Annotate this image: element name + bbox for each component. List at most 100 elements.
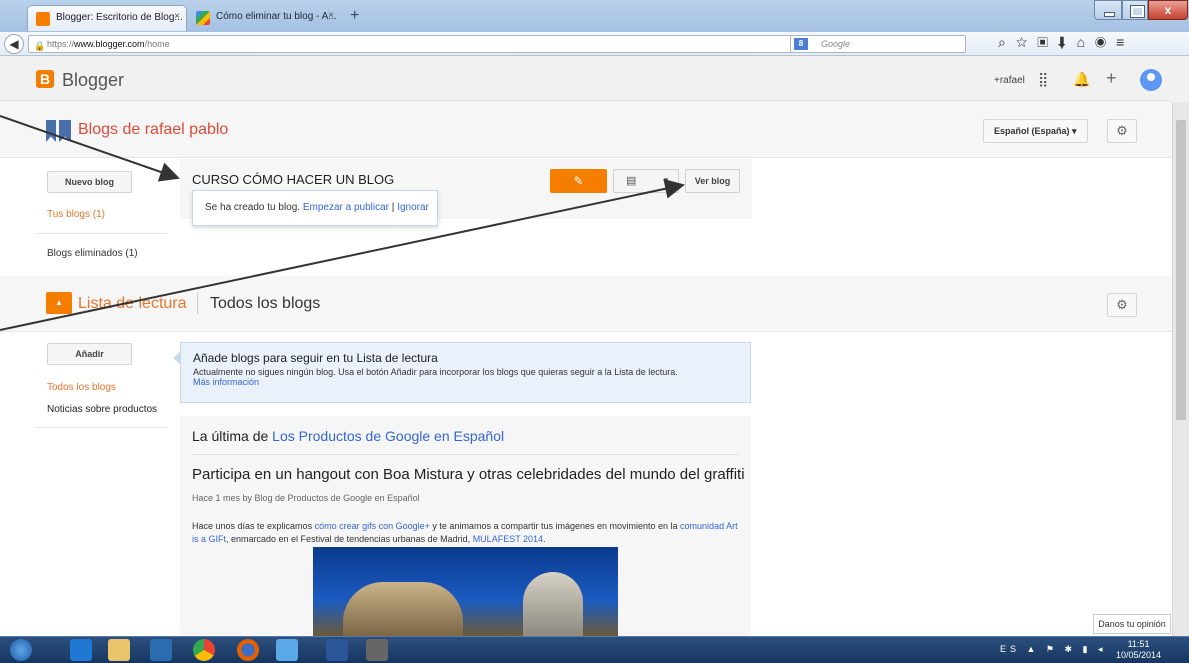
divider bbox=[35, 233, 167, 234]
tab-label: Blogger: Escritorio de Blog... bbox=[56, 12, 183, 23]
language-select[interactable]: Español (España) ▾ bbox=[983, 119, 1088, 143]
system-tray[interactable]: ES ▲ ⚑ ✱ ▮ ◂ bbox=[1000, 644, 1107, 655]
blogs-section-title: Blogs de rafael pablo bbox=[78, 121, 229, 138]
chevron-down-icon[interactable]: ▼ bbox=[662, 170, 670, 192]
scrollbar-thumb[interactable] bbox=[1176, 120, 1186, 420]
more-info-link[interactable]: Más información bbox=[193, 377, 738, 387]
deleted-blogs-link[interactable]: Blogs eliminados (1) bbox=[47, 248, 138, 259]
tab-blogger[interactable]: Blogger: Escritorio de Blog... × bbox=[27, 5, 187, 31]
blog-created-notice: Se ha creado tu blog. Empezar a publicar… bbox=[192, 190, 438, 226]
post-link[interactable]: cómo crear gifs con Google+ bbox=[315, 521, 430, 531]
browser-toolbar-icons[interactable]: ⌕☆▣⬇⌂◉≡ bbox=[998, 34, 1134, 51]
blogger-favicon-icon bbox=[36, 12, 50, 26]
divider bbox=[197, 292, 198, 314]
lock-icon: 🔒 bbox=[34, 41, 46, 51]
app-name[interactable]: Blogger bbox=[62, 70, 124, 91]
url-path: /home bbox=[144, 39, 170, 49]
apps-grid-icon[interactable]: ⣿ bbox=[1038, 71, 1048, 88]
tab-eliminar-blog[interactable]: Cómo eliminar tu blog - A... × bbox=[188, 5, 340, 31]
app-icon[interactable] bbox=[276, 639, 298, 661]
add-button[interactable]: Añadir bbox=[47, 343, 132, 365]
clock-date: 10/05/2014 bbox=[1116, 650, 1162, 660]
notifications-bell-icon[interactable]: 🔔 bbox=[1073, 71, 1090, 88]
search-input[interactable]: 8 Google bbox=[790, 35, 966, 53]
user-link[interactable]: +rafael bbox=[994, 75, 1025, 86]
posts-list-button[interactable]: ▤ ▼ bbox=[613, 169, 679, 193]
url-prefix: https:// bbox=[47, 39, 75, 49]
blogger-header: B Blogger +rafael ⣿ 🔔 + bbox=[0, 57, 1172, 101]
tab-close-icon[interactable]: × bbox=[174, 11, 180, 22]
feed-source-link[interactable]: Los Productos de Google en Español bbox=[272, 428, 504, 444]
post-text: Hace unos días te explicamos bbox=[192, 521, 313, 531]
post-text: y te animamos a compartir tus imágenes e… bbox=[432, 521, 678, 531]
tab-close-icon[interactable]: × bbox=[328, 10, 334, 21]
search-engine-icon[interactable]: 8 bbox=[794, 38, 808, 50]
info-text: Actualmente no sigues ningún blog. Usa e… bbox=[193, 367, 678, 377]
blogs-section-header: Blogs de rafael pablo Español (España) ▾… bbox=[0, 102, 1172, 158]
media-player-icon[interactable] bbox=[150, 639, 172, 661]
post-link[interactable]: MULAFEST 2014 bbox=[473, 534, 543, 544]
address-bar[interactable]: 🔒 https://www.blogger.com/home ▿ C bbox=[28, 35, 840, 53]
reading-settings-gear-icon[interactable]: ⚙ bbox=[1107, 293, 1137, 317]
back-arrow-icon[interactable]: ◀ bbox=[4, 34, 24, 54]
new-blog-button[interactable]: Nuevo blog bbox=[47, 171, 132, 193]
post-title[interactable]: Participa en un hangout con Boa Mistura … bbox=[192, 466, 745, 483]
language-label: Español (España) bbox=[994, 126, 1070, 136]
internet-explorer-icon[interactable] bbox=[70, 639, 92, 661]
blog-name[interactable]: CURSO CÓMO HACER UN BLOG bbox=[192, 172, 394, 187]
separator: | bbox=[391, 202, 395, 213]
language-indicator[interactable]: ES bbox=[1000, 644, 1020, 654]
post-meta: Hace 1 mes by Blog de Productos de Googl… bbox=[192, 493, 420, 503]
building-shape bbox=[523, 572, 583, 636]
feed-panel: La última de Los Productos de Google en … bbox=[180, 416, 751, 636]
your-blogs-link[interactable]: Tus blogs (1) bbox=[47, 209, 105, 220]
collapse-arrow-icon[interactable]: ▲ bbox=[46, 292, 72, 314]
blogger-logo-icon[interactable]: B bbox=[36, 70, 54, 88]
minimize-button[interactable] bbox=[1094, 0, 1122, 20]
clock-time: 11:51 bbox=[1127, 639, 1150, 649]
browser-navbar: ◀ 🔒 https://www.blogger.com/home ▿ C 8 G… bbox=[0, 32, 1189, 56]
reading-list-info: Añade blogs para seguir en tu Lista de l… bbox=[173, 342, 751, 403]
building-shape bbox=[343, 582, 463, 636]
feed-source: La última de Los Productos de Google en … bbox=[192, 428, 504, 444]
search-placeholder: Google bbox=[821, 39, 851, 49]
reading-list-subtitle: Todos los blogs bbox=[210, 295, 321, 312]
firefox-icon[interactable] bbox=[237, 639, 259, 661]
start-publishing-link[interactable]: Empezar a publicar bbox=[303, 202, 389, 213]
divider bbox=[35, 427, 167, 428]
share-plus-icon[interactable]: + bbox=[1106, 68, 1117, 89]
tab-label: Cómo eliminar tu blog - A... bbox=[216, 11, 337, 22]
new-tab-button[interactable]: + bbox=[350, 7, 359, 25]
avatar[interactable] bbox=[1140, 69, 1162, 91]
browser-titlebar: Blogger: Escritorio de Blog... × Cómo el… bbox=[0, 0, 1189, 32]
view-blog-button[interactable]: Ver blog bbox=[685, 169, 740, 193]
bookmark-icon bbox=[46, 120, 72, 142]
created-msg: Se ha creado tu blog. bbox=[205, 202, 301, 213]
word-icon[interactable] bbox=[326, 639, 348, 661]
google-favicon-icon bbox=[196, 11, 210, 25]
window-close-button[interactable]: x bbox=[1148, 0, 1188, 20]
chrome-icon[interactable] bbox=[193, 639, 215, 661]
clipboard-icon: ▤ bbox=[626, 175, 637, 187]
settings-gear-icon[interactable]: ⚙ bbox=[1107, 119, 1137, 143]
clock[interactable]: 11:51 10/05/2014 bbox=[1116, 639, 1161, 661]
info-heading: Añade blogs para seguir en tu Lista de l… bbox=[193, 351, 438, 365]
post-text: , enmarcado en el Festival de tendencias… bbox=[226, 534, 471, 544]
ignore-link[interactable]: Ignorar bbox=[397, 202, 429, 213]
feed-source-prefix: La última de bbox=[192, 428, 269, 444]
reading-list-header: ▲ Lista de lectura Todos los blogs ⚙ bbox=[0, 276, 1172, 332]
file-explorer-icon[interactable] bbox=[108, 639, 130, 661]
windows-taskbar: ES ▲ ⚑ ✱ ▮ ◂ 11:51 10/05/2014 bbox=[0, 636, 1189, 663]
product-news-link[interactable]: Noticias sobre productos bbox=[47, 404, 157, 415]
start-button-icon[interactable] bbox=[10, 639, 32, 661]
post-text: . bbox=[543, 534, 546, 544]
post-image[interactable] bbox=[313, 547, 618, 636]
edit-pencil-icon[interactable]: ✎ bbox=[550, 169, 607, 193]
maximize-button[interactable] bbox=[1122, 0, 1148, 20]
camera-app-icon[interactable] bbox=[366, 639, 388, 661]
page-scrollbar[interactable] bbox=[1172, 102, 1189, 636]
feedback-button[interactable]: Danos tu opinión bbox=[1093, 614, 1171, 634]
reading-list-title[interactable]: Lista de lectura bbox=[78, 295, 187, 313]
divider bbox=[192, 454, 739, 455]
all-blogs-link[interactable]: Todos los blogs bbox=[47, 382, 116, 393]
